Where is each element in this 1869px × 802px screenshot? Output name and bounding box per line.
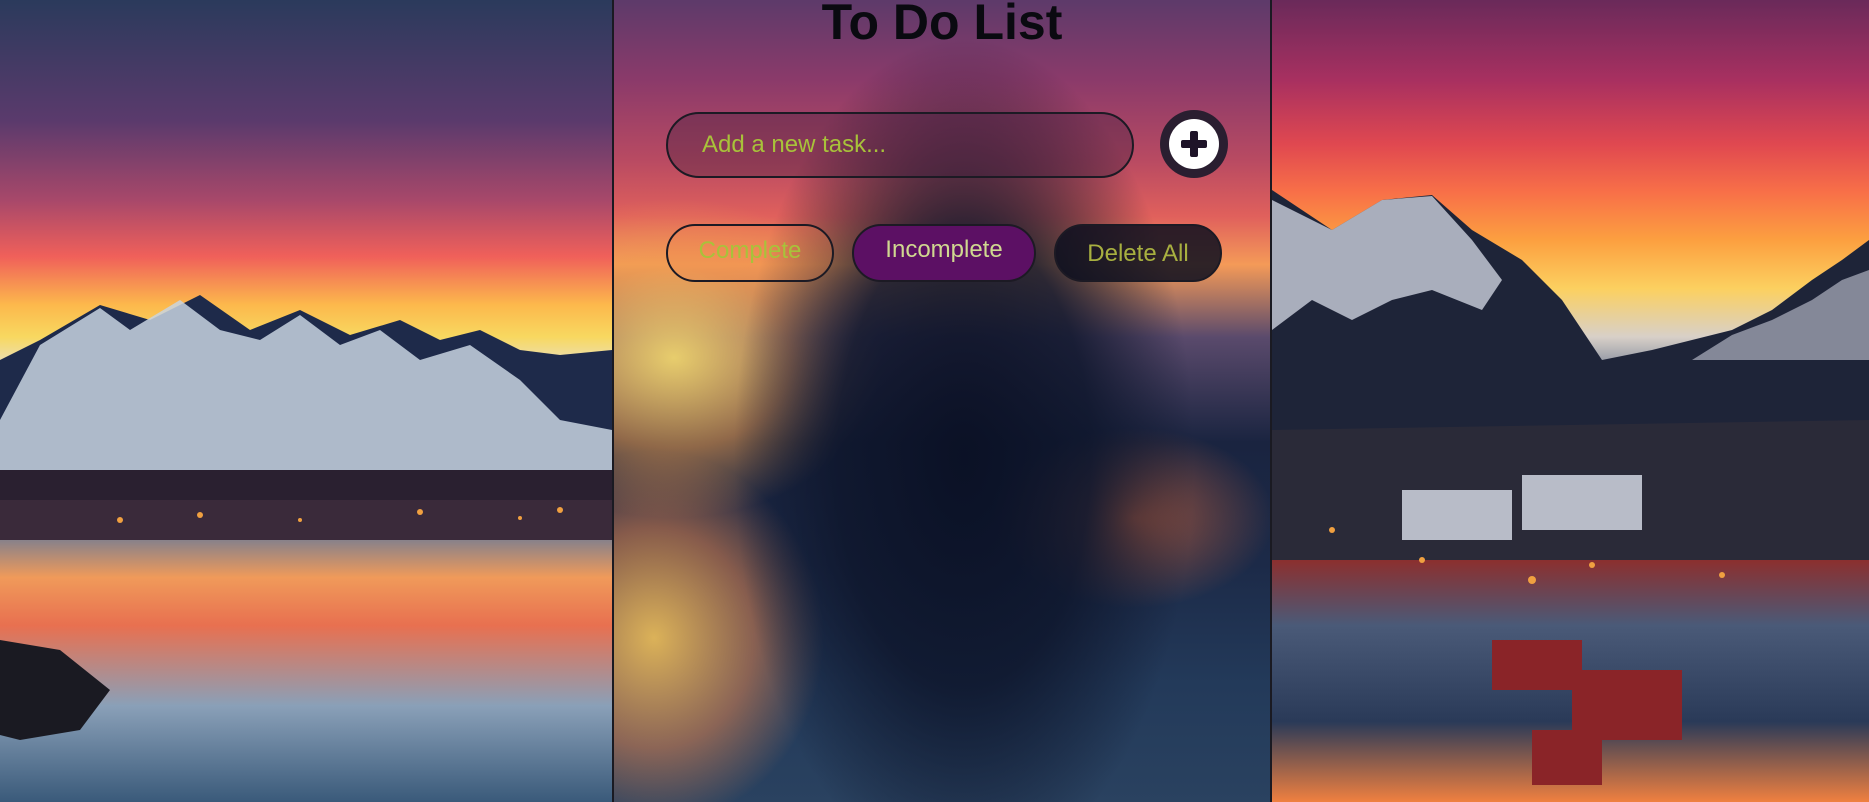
page-title: To Do List bbox=[821, 0, 1063, 50]
delete-all-button[interactable]: Delete All bbox=[1054, 224, 1222, 282]
app-background: To Do List Complete Incomplete Delete Al… bbox=[0, 0, 1869, 802]
filter-complete-button[interactable]: Complete bbox=[666, 224, 834, 282]
plus-circle-icon bbox=[1169, 119, 1219, 169]
todo-panel: To Do List Complete Incomplete Delete Al… bbox=[612, 0, 1272, 802]
filter-incomplete-button[interactable]: Incomplete bbox=[852, 224, 1036, 282]
mountain-scenery-right bbox=[1272, 190, 1869, 785]
mountain-scenery-left bbox=[0, 295, 612, 740]
add-task-button[interactable] bbox=[1160, 110, 1228, 178]
new-task-input[interactable] bbox=[666, 112, 1134, 178]
